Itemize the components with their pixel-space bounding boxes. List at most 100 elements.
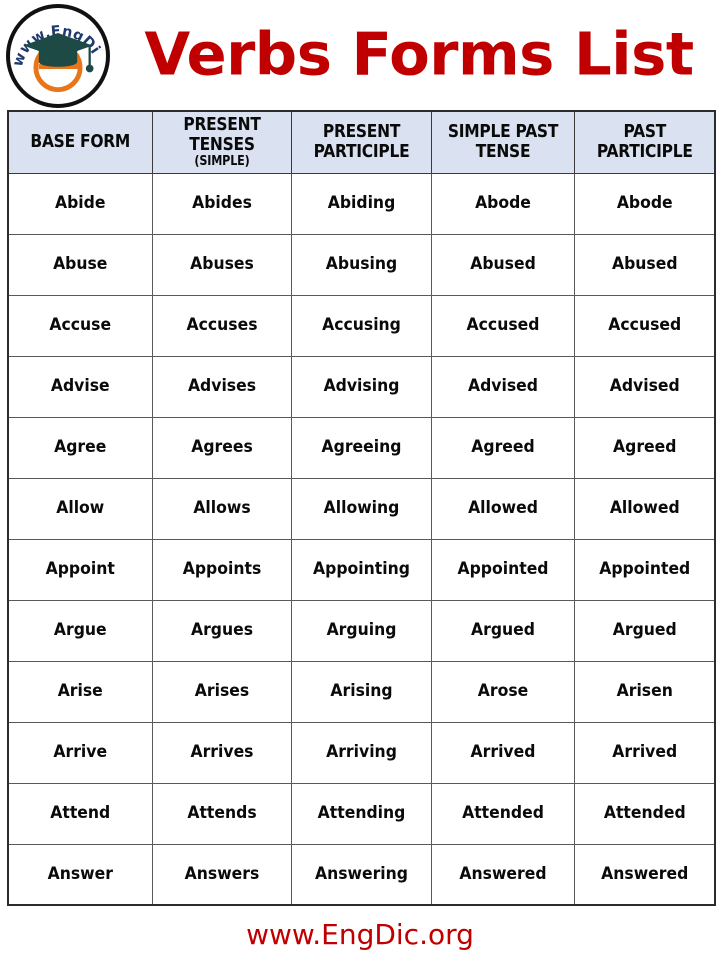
- cell-present-tenses-simple: Answers: [151, 843, 292, 906]
- cell-text: Arise: [57, 681, 103, 702]
- cell-text: Abode: [616, 193, 673, 214]
- cell-text: Appointed: [456, 559, 549, 580]
- cell-text: Abusing: [325, 254, 397, 275]
- cell-base-form: Arise: [7, 660, 153, 723]
- cell-text: Abides: [191, 193, 252, 214]
- cell-past-participle: Accused: [573, 294, 716, 357]
- cell-text: Advising: [323, 376, 399, 397]
- page-header: www.EngDic.org Verbs Forms List: [0, 0, 720, 110]
- cell-text: Accusing: [321, 315, 401, 336]
- cell-past-participle: Answered: [573, 843, 716, 906]
- cell-text: Arisen: [616, 681, 673, 702]
- cell-present-participle: Advising: [290, 355, 432, 418]
- cell-text: Attended: [461, 803, 544, 824]
- cell-text: Attends: [186, 803, 257, 824]
- cell-text: Abode: [474, 193, 531, 214]
- cell-text: Accuse: [49, 315, 112, 336]
- cell-text: Allowed: [467, 498, 538, 519]
- cell-present-participle: Abusing: [290, 233, 432, 296]
- cell-text: Arose: [477, 681, 528, 702]
- cell-text: Answered: [600, 863, 688, 884]
- cell-past-participle: Argued: [573, 599, 716, 662]
- cell-past-participle: Arrived: [573, 721, 716, 784]
- cell-text: Attending: [317, 803, 405, 824]
- cell-past-participle: Attended: [573, 782, 716, 845]
- table-row: Arrive Arrives Arriving Arrived Arrived: [7, 721, 716, 784]
- cell-past-participle: Allowed: [573, 477, 716, 540]
- table-row: Agree Agrees Agreeing Agreed Agreed: [7, 416, 716, 479]
- cell-present-participle: Attending: [290, 782, 432, 845]
- column-header-present-tenses-sub: (SIMPLE): [193, 154, 250, 170]
- cell-simple-past-tense: Attended: [430, 782, 575, 845]
- column-header-present-tenses-simple: PRESENT TENSES (SIMPLE): [151, 110, 292, 174]
- cell-text: Arrives: [189, 742, 253, 763]
- column-header-simple-past-tense: SIMPLE PAST TENSE: [430, 110, 575, 174]
- cell-text: Agreeing: [321, 437, 401, 458]
- page-footer: www.EngDic.org: [0, 918, 720, 951]
- cell-present-tenses-simple: Agrees: [151, 416, 292, 479]
- cell-present-tenses-simple: Attends: [151, 782, 292, 845]
- cell-simple-past-tense: Abused: [430, 233, 575, 296]
- cell-text: Appoint: [45, 559, 115, 580]
- cell-past-participle: Abused: [573, 233, 716, 296]
- cell-present-participle: Arising: [290, 660, 432, 723]
- cell-base-form: Abuse: [7, 233, 153, 296]
- cell-base-form: Answer: [7, 843, 153, 906]
- table-body: Abide Abides Abiding Abode Abode Abuse Abuses A…: [7, 172, 716, 906]
- cell-text: Agrees: [190, 437, 253, 458]
- cell-text: Attend: [50, 803, 111, 824]
- verbs-forms-table: BASE FORM PRESENT TENSES (SIMPLE) PRESEN…: [7, 110, 716, 906]
- cell-present-participle: Arriving: [290, 721, 432, 784]
- cell-present-tenses-simple: Advises: [151, 355, 292, 418]
- cell-present-participle: Answering: [290, 843, 432, 906]
- cell-simple-past-tense: Agreed: [430, 416, 575, 479]
- cell-present-participle: Accusing: [290, 294, 432, 357]
- cell-text: Abused: [611, 254, 678, 275]
- cell-base-form: Advise: [7, 355, 153, 418]
- cell-text: Argued: [470, 620, 535, 641]
- cell-present-tenses-simple: Accuses: [151, 294, 292, 357]
- cell-text: Abuse: [53, 254, 108, 275]
- cell-text: Appointed: [598, 559, 690, 580]
- table-row: Abide Abides Abiding Abode Abode: [7, 172, 716, 235]
- table-row: Argue Argues Arguing Argued Argued: [7, 599, 716, 662]
- column-header-base-form: BASE FORM: [7, 110, 153, 174]
- cell-present-tenses-simple: Arises: [151, 660, 292, 723]
- cell-text: Accused: [607, 315, 681, 336]
- column-header-present-participle-label: PRESENT PARTICIPLE: [313, 121, 409, 163]
- cell-simple-past-tense: Allowed: [430, 477, 575, 540]
- cell-text: Attended: [603, 803, 686, 824]
- cell-present-tenses-simple: Appoints: [151, 538, 292, 601]
- cell-simple-past-tense: Arose: [430, 660, 575, 723]
- table-header-row: BASE FORM PRESENT TENSES (SIMPLE) PRESEN…: [7, 110, 716, 174]
- table-row: Answer Answers Answering Answered Answered: [7, 843, 716, 906]
- cell-simple-past-tense: Abode: [430, 172, 575, 235]
- cell-text: Answer: [47, 863, 113, 884]
- cell-text: Argues: [190, 620, 253, 641]
- table-row: Accuse Accuses Accusing Accused Accused: [7, 294, 716, 357]
- cell-present-tenses-simple: Argues: [151, 599, 292, 662]
- verbs-table-container: BASE FORM PRESENT TENSES (SIMPLE) PRESEN…: [7, 110, 716, 906]
- cell-text: Advised: [467, 376, 538, 397]
- cell-text: Advises: [187, 376, 256, 397]
- cell-text: Advised: [609, 376, 680, 397]
- cell-text: Arrived: [611, 742, 677, 763]
- cell-present-tenses-simple: Abides: [151, 172, 292, 235]
- cell-text: Arrive: [53, 742, 108, 763]
- column-header-base-form-label: BASE FORM: [30, 131, 131, 153]
- cell-present-tenses-simple: Arrives: [151, 721, 292, 784]
- cell-text: Abused: [469, 254, 536, 275]
- cell-text: Abide: [55, 193, 106, 214]
- cell-base-form: Accuse: [7, 294, 153, 357]
- table-header: BASE FORM PRESENT TENSES (SIMPLE) PRESEN…: [7, 110, 716, 174]
- cell-text: Advise: [50, 376, 110, 397]
- column-header-present-tenses-label: PRESENT TENSES: [182, 113, 261, 155]
- cell-past-participle: Agreed: [573, 416, 716, 479]
- cell-present-participle: Agreeing: [290, 416, 432, 479]
- cell-present-participle: Appointing: [290, 538, 432, 601]
- table-row: Allow Allows Allowing Allowed Allowed: [7, 477, 716, 540]
- page-title: Verbs Forms List: [144, 20, 694, 90]
- cell-present-participle: Allowing: [290, 477, 432, 540]
- cell-simple-past-tense: Advised: [430, 355, 575, 418]
- footer-website-url[interactable]: www.EngDic.org: [246, 918, 474, 951]
